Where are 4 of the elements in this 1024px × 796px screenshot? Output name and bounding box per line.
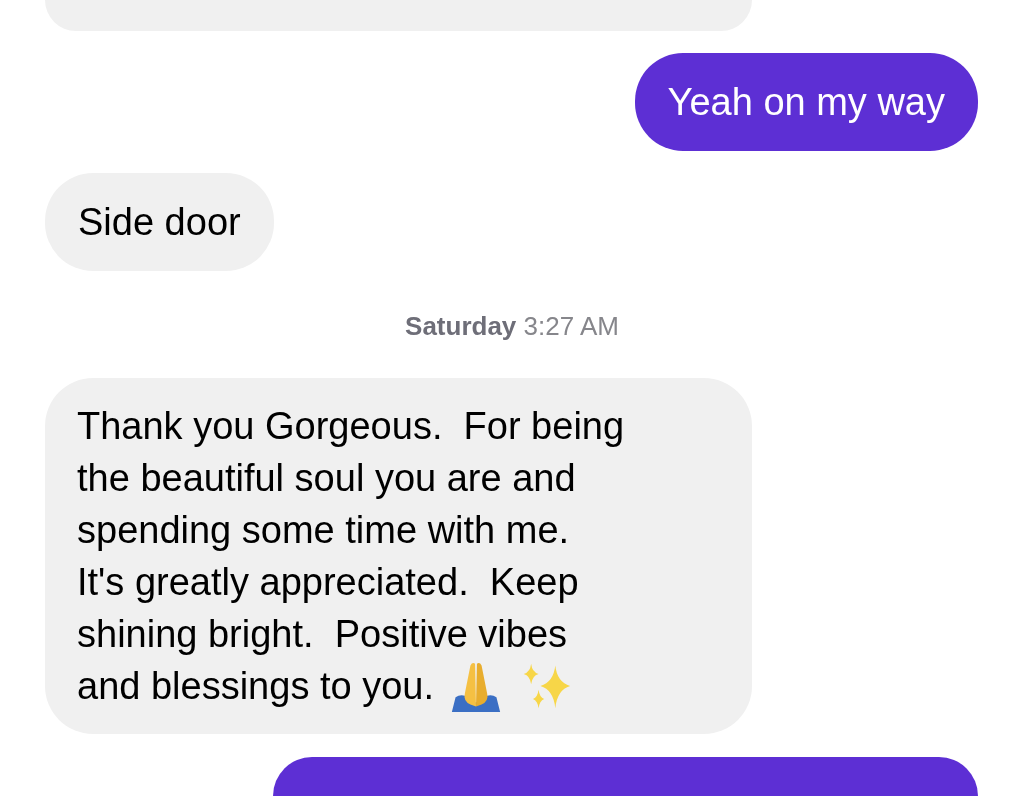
message-text: and blessings to you. [77,664,434,709]
message-text: Yeah on my way [667,81,945,123]
timestamp: Saturday 3:27 AM [405,311,619,342]
message-text: Side door [78,201,241,243]
